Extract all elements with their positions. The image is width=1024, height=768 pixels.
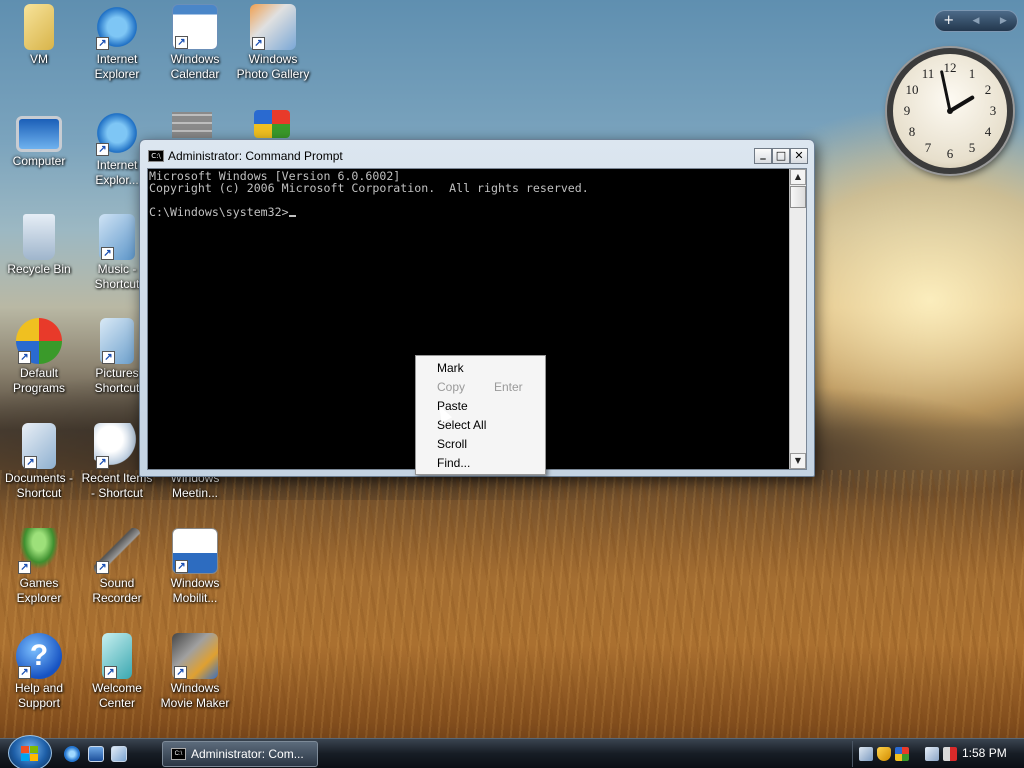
menu-item-mark[interactable]: Mark — [416, 359, 545, 378]
command-prompt-icon: C:\ — [171, 748, 186, 760]
recent-items-icon: ↗ — [94, 423, 140, 469]
desktop-icon-games-explorer[interactable]: ↗ Games Explorer — [0, 528, 78, 606]
switch-windows-icon[interactable] — [111, 746, 127, 762]
volume-muted-icon[interactable] — [943, 747, 957, 761]
scroll-down-arrow-icon[interactable]: ▼ — [790, 453, 806, 469]
desktop-icon-windows-movie-maker[interactable]: ↗ Windows Movie Maker — [156, 633, 234, 711]
shortcut-arrow-icon: ↗ — [104, 666, 117, 679]
shortcut-arrow-icon: ↗ — [96, 143, 109, 156]
clock-hands — [940, 70, 975, 114]
menu-item-copy[interactable]: Copy Enter — [416, 378, 545, 397]
taskbar-clock[interactable]: 1:58 PM — [962, 746, 1007, 760]
window-title: Administrator: Command Prompt — [168, 149, 343, 163]
desktop-icon-windows-calendar[interactable]: ↗ Windows Calendar — [156, 4, 234, 82]
desktop-icon-computer[interactable]: Computer — [0, 110, 78, 169]
desktop-icon-windows-photo-gallery[interactable]: ↗ Windows Photo Gallery — [234, 4, 312, 82]
shortcut-arrow-icon: ↗ — [18, 351, 31, 364]
scroll-up-arrow-icon[interactable]: ▲ — [790, 169, 806, 185]
shortcut-arrow-icon: ↗ — [252, 37, 265, 50]
shortcut-arrow-icon: ↗ — [174, 666, 187, 679]
desktop-icon-recycle-bin[interactable]: Recycle Bin — [0, 214, 78, 277]
menu-item-find[interactable]: Find... — [416, 454, 545, 473]
desktop-icon-welcome-center[interactable]: ↗ Welcome Center — [78, 633, 156, 711]
movie-maker-icon: ↗ — [172, 633, 218, 679]
console-text: Microsoft Windows [Version 6.0.6002] Cop… — [149, 170, 589, 218]
shortcut-arrow-icon: ↗ — [101, 247, 114, 260]
shortcut-arrow-icon: ↗ — [96, 37, 109, 50]
menu-item-shortcut: Enter — [494, 380, 523, 394]
vertical-scrollbar[interactable]: ▲ ▼ — [789, 169, 806, 469]
pictures-folder-icon: ↗ — [100, 318, 134, 364]
recycle-bin-icon — [23, 214, 55, 260]
taskbar-button-label: Administrator: Com... — [191, 747, 304, 761]
command-prompt-icon[interactable]: C:\ — [148, 150, 164, 162]
desktop-icon-help-and-support[interactable]: ? ↗ Help and Support — [0, 633, 78, 711]
windows-update-icon[interactable] — [895, 747, 909, 761]
scroll-thumb[interactable] — [790, 186, 806, 208]
mobility-center-icon: ↗ — [172, 528, 218, 574]
photo-gallery-icon: ↗ — [250, 4, 296, 50]
desktop-icon-vm[interactable]: VM — [0, 4, 78, 67]
firewall-icon[interactable] — [172, 112, 212, 138]
internet-explorer-icon[interactable] — [64, 746, 80, 762]
console-line: Copyright (c) 2006 Microsoft Corporation… — [149, 181, 589, 195]
menu-item-select-all[interactable]: Select All — [416, 416, 545, 435]
maximize-button[interactable]: □ — [772, 148, 790, 164]
help-icon: ? ↗ — [16, 633, 62, 679]
microphone-icon: ↗ — [94, 528, 140, 574]
windows-update-desktop-icon[interactable] — [254, 110, 290, 138]
windows-orb-icon — [21, 746, 39, 761]
network-icon[interactable] — [859, 747, 873, 761]
default-programs-icon: ↗ — [16, 318, 62, 364]
shortcut-arrow-icon: ↗ — [18, 561, 31, 574]
desktop-icon-windows-mobility[interactable]: ↗ Windows Mobilit... — [156, 528, 234, 606]
desktop-icon-documents-shortcut[interactable]: ↗ Documents - Shortcut — [0, 423, 78, 501]
taskbar-button-command-prompt[interactable]: C:\ Administrator: Com... — [162, 741, 318, 767]
clock-gadget[interactable]: 12 1 2 3 4 5 6 7 8 9 10 11 — [887, 48, 1013, 174]
text-cursor — [288, 215, 296, 217]
shortcut-arrow-icon: ↗ — [175, 560, 188, 573]
close-button[interactable]: ✕ — [790, 148, 808, 164]
add-gadget-button[interactable]: + — [935, 11, 962, 31]
welcome-center-icon: ↗ — [102, 633, 132, 679]
calendar-icon: ↗ — [172, 4, 218, 50]
previous-gadget-button[interactable]: ◀ — [962, 11, 989, 31]
internet-explorer-icon: ↗ — [94, 110, 140, 156]
start-button[interactable] — [8, 735, 52, 768]
desktop-icon-internet-explorer[interactable]: ↗ Internet Explorer — [78, 4, 156, 82]
minimize-button[interactable]: _ — [754, 148, 772, 164]
sidebar-gadget-controls: + ◀ ▶ — [934, 10, 1018, 32]
shortcut-arrow-icon: ↗ — [24, 456, 37, 469]
console-prompt: C:\Windows\system32> — [149, 205, 289, 219]
taskbar: C:\ Administrator: Com... 1:58 PM — [0, 735, 1024, 768]
desktop-icon-sound-recorder[interactable]: ↗ Sound Recorder — [78, 528, 156, 606]
show-desktop-icon[interactable] — [88, 746, 104, 762]
menu-item-scroll[interactable]: Scroll — [416, 435, 545, 454]
context-menu: Mark Copy Enter Paste Select All Scroll F… — [415, 355, 546, 475]
shortcut-arrow-icon: ↗ — [18, 666, 31, 679]
shortcut-arrow-icon: ↗ — [102, 351, 115, 364]
music-folder-icon: ↗ — [99, 214, 135, 260]
shortcut-arrow-icon: ↗ — [175, 36, 188, 49]
security-shield-icon[interactable] — [877, 747, 891, 761]
shortcut-arrow-icon: ↗ — [96, 561, 109, 574]
internet-explorer-icon: ↗ — [94, 4, 140, 50]
documents-folder-icon: ↗ — [22, 423, 56, 469]
computer-icon — [16, 116, 62, 152]
trophy-icon: ↗ — [16, 528, 62, 574]
network-error-icon[interactable] — [925, 747, 939, 761]
desktop-icon-default-programs[interactable]: ↗ Default Programs — [0, 318, 78, 396]
folder-icon — [24, 4, 54, 50]
next-gadget-button[interactable]: ▶ — [990, 11, 1017, 31]
title-bar[interactable]: C:\ Administrator: Command Prompt _ □ ✕ — [140, 140, 814, 170]
shortcut-arrow-icon: ↗ — [96, 456, 109, 469]
